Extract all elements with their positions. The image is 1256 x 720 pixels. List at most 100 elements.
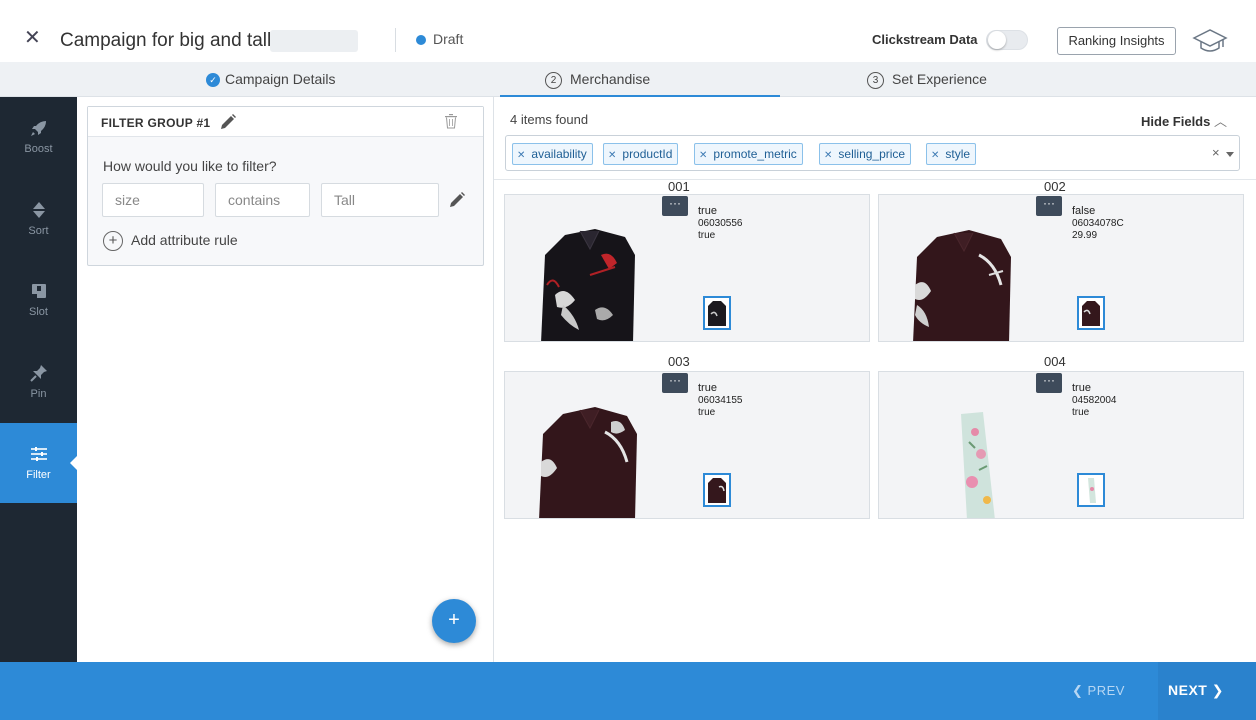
add-circle-icon[interactable]: + <box>103 231 123 251</box>
field-availability: true <box>698 382 717 394</box>
rule-operator-field[interactable]: contains <box>215 183 310 217</box>
clickstream-label: Clickstream Data <box>872 32 978 47</box>
product-thumbnail[interactable] <box>1077 296 1105 330</box>
dropdown-caret-icon[interactable] <box>1226 152 1234 157</box>
product-image <box>961 412 995 518</box>
rule-value-field[interactable]: Tall <box>321 183 439 217</box>
filter-group-title: FILTER GROUP #1 <box>101 116 211 130</box>
redacted-title-suffix <box>270 30 358 52</box>
close-icon[interactable]: ✕ <box>24 28 41 48</box>
field-product-id: 04582004 <box>1072 395 1117 406</box>
product-card[interactable]: ··· true 06030556 true <box>504 194 870 342</box>
rocket-icon <box>30 121 46 136</box>
more-options-button[interactable]: ··· <box>1036 373 1062 393</box>
ranking-insights-button[interactable]: Ranking Insights <box>1057 27 1176 55</box>
top-bar: ✕ Campaign for big and tall Draft Clicks… <box>0 0 1256 62</box>
field-product-id: 06034078C <box>1072 218 1124 229</box>
field-tag[interactable]: ✕ selling_price <box>819 143 912 165</box>
graduation-cap-icon[interactable] <box>1192 27 1228 55</box>
sort-icon <box>32 202 45 218</box>
field-tag[interactable]: ✕ promote_metric <box>694 143 803 165</box>
slot-icon <box>31 284 46 298</box>
remove-tag-icon[interactable]: ✕ <box>824 150 832 161</box>
edit-rule-pencil-icon[interactable] <box>448 191 466 209</box>
step-set-experience[interactable]: 3 Set Experience <box>867 62 987 97</box>
sidebar: Boost Sort Slot Pin Filter <box>0 97 77 662</box>
clickstream-toggle[interactable] <box>986 30 1028 50</box>
status-badge: Draft <box>433 31 464 47</box>
chevron-right-icon: ❯ <box>1211 682 1224 698</box>
more-options-button[interactable]: ··· <box>1036 196 1062 216</box>
product-card[interactable]: ··· true 04582004 true <box>878 371 1244 519</box>
sidebar-item-filter[interactable]: Filter <box>0 423 77 503</box>
rule-attribute-field[interactable]: size <box>102 183 204 217</box>
field-tags-select[interactable]: ✕ availability ✕ productId ✕ promote_metric… <box>505 135 1240 171</box>
more-options-button[interactable]: ··· <box>662 196 688 216</box>
clear-tags-icon[interactable]: × <box>1212 145 1220 160</box>
remove-tag-icon[interactable]: ✕ <box>517 150 525 161</box>
results-panel: 4 items found Hide Fields ︿ ✕ availabilit… <box>494 97 1256 662</box>
field-tag[interactable]: ✕ availability <box>512 143 593 165</box>
chevron-up-icon: ︿ <box>1213 114 1227 129</box>
items-found-count: 4 items found <box>510 112 589 127</box>
check-circle-icon: ✓ <box>206 73 220 87</box>
step-merchandise[interactable]: 2 Merchandise <box>545 62 650 97</box>
filter-icon <box>30 447 47 461</box>
field-tag[interactable]: ✕ productId <box>603 143 679 165</box>
add-filter-group-button[interactable]: + <box>432 599 476 643</box>
field-availability: false <box>1072 205 1096 217</box>
chevron-left-icon: ❮ <box>1072 683 1084 698</box>
footer-bar: ❮ PREV NEXT ❯ <box>0 662 1256 720</box>
prev-button[interactable]: ❮ PREV <box>1072 683 1125 699</box>
next-button[interactable]: NEXT ❯ <box>1158 662 1256 720</box>
more-options-button[interactable]: ··· <box>662 373 688 393</box>
field-promote-metric: true <box>1072 407 1090 418</box>
sidebar-item-sort[interactable]: Sort <box>0 179 77 259</box>
pin-icon <box>29 365 47 382</box>
sidebar-item-pin[interactable]: Pin <box>0 342 77 422</box>
filter-group-header: FILTER GROUP #1 <box>88 107 483 137</box>
field-selling-price: 29.99 <box>1072 230 1098 241</box>
thumbnail-image <box>1088 478 1096 503</box>
item-id-label: 001 <box>668 179 690 194</box>
product-thumbnail[interactable] <box>703 296 731 330</box>
field-tag[interactable]: ✕ style <box>926 143 977 165</box>
wizard-steps: ✓ Campaign Details 2 Merchandise 3 Set Expe… <box>0 62 1256 97</box>
remove-tag-icon[interactable]: ✕ <box>608 150 616 161</box>
remove-tag-icon[interactable]: ✕ <box>699 150 707 161</box>
sidebar-item-slot[interactable]: Slot <box>0 260 77 340</box>
remove-tag-icon[interactable]: ✕ <box>931 150 939 161</box>
field-availability: true <box>1072 382 1091 394</box>
filter-panel: FILTER GROUP #1 How would you like to fi… <box>77 97 494 662</box>
product-card[interactable]: ··· true 06034155 true <box>504 371 870 519</box>
hide-fields-toggle[interactable]: Hide Fields ︿ <box>1141 111 1227 130</box>
product-thumbnail[interactable] <box>703 473 731 507</box>
page-title: Campaign for big and tall <box>60 30 272 51</box>
thumbnail-image <box>708 301 726 326</box>
thumbnail-image <box>708 478 726 503</box>
product-image <box>913 230 1011 341</box>
field-product-id: 06030556 <box>698 218 743 229</box>
toggle-knob <box>988 31 1006 49</box>
field-promote-metric: true <box>698 230 716 241</box>
product-thumbnail[interactable] <box>1077 473 1105 507</box>
product-image <box>541 229 635 341</box>
filter-group-card: FILTER GROUP #1 How would you like to fi… <box>87 106 484 266</box>
product-image <box>539 407 637 518</box>
filter-question: How would you like to filter? <box>103 158 277 174</box>
trash-icon[interactable] <box>444 113 458 129</box>
item-id-label: 002 <box>1044 179 1066 194</box>
thumbnail-image <box>1082 301 1100 326</box>
divider <box>395 28 396 52</box>
edit-pencil-icon[interactable] <box>219 113 237 131</box>
step-number: 3 <box>867 72 884 89</box>
add-attribute-rule-link[interactable]: Add attribute rule <box>131 232 238 248</box>
field-promote-metric: true <box>698 407 716 418</box>
product-card[interactable]: ··· false 06034078C 29.99 <box>878 194 1244 342</box>
sidebar-item-boost[interactable]: Boost <box>0 97 77 177</box>
item-id-label: 004 <box>1044 354 1066 369</box>
field-product-id: 06034155 <box>698 395 743 406</box>
divider <box>494 179 1256 180</box>
step-campaign-details[interactable]: ✓ Campaign Details <box>206 62 336 97</box>
item-id-label: 003 <box>668 354 690 369</box>
